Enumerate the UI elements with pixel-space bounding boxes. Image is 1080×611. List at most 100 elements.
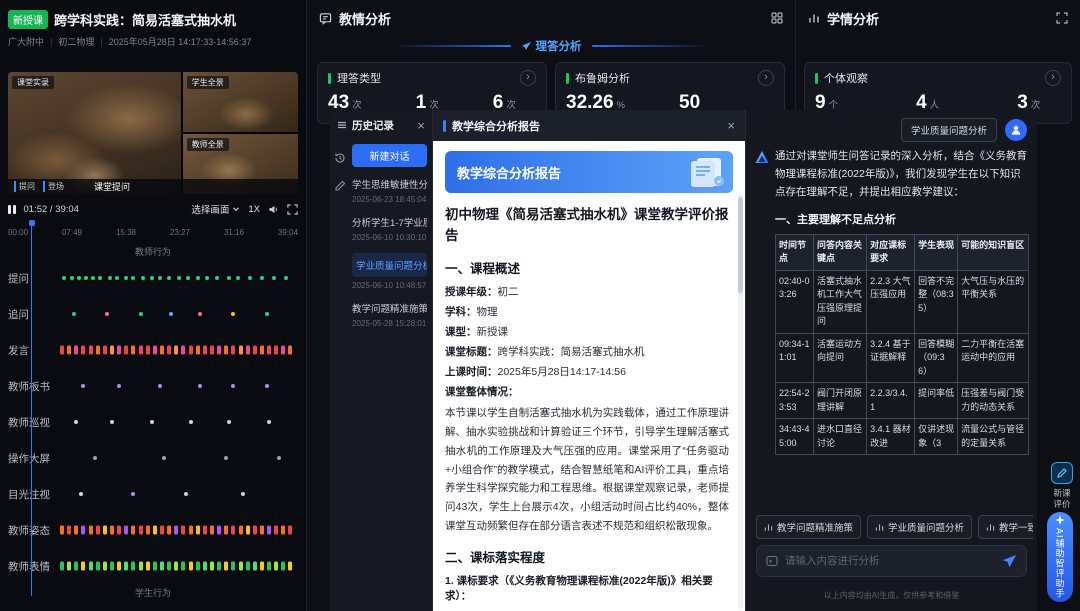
pause-icon[interactable] (8, 204, 16, 214)
video-main-view[interactable]: 课堂实录 (8, 72, 181, 194)
report-body[interactable]: 初中物理《简易活塞式抽水机》课堂教学评价报告 一、课程概述 授课年级：初二 学科… (433, 193, 745, 611)
new-chat-button[interactable]: 新建对话 (352, 144, 427, 167)
ai-chat-panel: 学业质量问题分析 通过对课堂师生问答记录的深入分析，结合《义务教育物理课程标准(… (745, 110, 1037, 611)
layout-grid-icon[interactable] (771, 12, 783, 24)
video-time: 01:52 / 39:04 (23, 203, 79, 215)
quick-action-chip[interactable]: 学业质量问题分析 (867, 515, 973, 539)
behavior-track[interactable] (60, 272, 298, 284)
history-item[interactable]: 教学问题精准施策 2025-05-28 15:28:01 (352, 301, 427, 328)
close-icon[interactable]: × (727, 119, 735, 132)
quick-action-chip[interactable]: 教学问题精准施策 (756, 515, 862, 539)
table-header-row: 时间节点 问答内容关键点 对应课标要求 学生表现 可能的知识盲区 (775, 233, 1029, 271)
behavior-track[interactable] (60, 488, 298, 500)
timeline-tick: 15:38 (115, 228, 136, 237)
video-event-strip: 提问 登场 课堂提问 (8, 179, 298, 194)
card-accent (815, 72, 818, 84)
table-header-cell: 可能的知识盲区 (957, 233, 1029, 271)
behavior-track-row: 目光注视 (8, 476, 298, 512)
ai-assistant-button[interactable]: AI辅助智评助手 (1047, 512, 1073, 602)
user-avatar[interactable] (1005, 119, 1027, 141)
analytics-icon (809, 14, 819, 23)
grade-subject: 初二物理 (58, 37, 95, 47)
behavior-track[interactable] (60, 560, 298, 572)
chat-input[interactable] (785, 555, 995, 567)
behavior-track[interactable] (60, 416, 298, 428)
scrollbar[interactable] (738, 195, 743, 609)
ai-intro-text: 通过对课堂师生问答记录的深入分析，结合《义务教育物理课程标准(2022年版)》，… (775, 150, 1027, 198)
panel-title: 教情分析 (339, 11, 392, 27)
chart-icon (875, 523, 884, 531)
history-icon[interactable] (334, 152, 346, 164)
behavior-track[interactable] (60, 344, 298, 356)
video-controls: 01:52 / 39:04 选择画面 1X (8, 202, 298, 216)
volume-icon[interactable] (268, 204, 279, 215)
timeline-tick: 31:16 (223, 228, 244, 237)
card-more-button[interactable]: › (520, 70, 536, 86)
fullscreen-icon[interactable] (287, 203, 298, 215)
tab-response-analysis[interactable]: 理答分析 (521, 38, 582, 54)
video-label-teacher: 教师全景 (186, 138, 229, 151)
video-player[interactable]: 课堂实录 学生全景 教师全景 提问 登场 课堂提问 (8, 72, 298, 194)
app-root: 新授课 跨学科实践：简易活塞式抽水机 广大附中 | 初二物理 | 2025年05… (0, 0, 1080, 611)
card-title: 个体观察 (824, 73, 868, 85)
behavior-label: 教师表情 (8, 560, 50, 573)
view-select-dropdown[interactable]: 选择画面 (191, 202, 240, 216)
meta-divider: | (100, 36, 103, 47)
video-label-classroom: 课堂实录 (12, 76, 54, 89)
behavior-label: 教师巡视 (8, 416, 50, 429)
chat-input-box (756, 545, 1027, 577)
timeline-tick: 00:00 (8, 228, 29, 237)
quick-action-chip[interactable]: 教学一致性 (978, 515, 1033, 539)
playback-speed-button[interactable]: 1X (248, 204, 260, 215)
timeline-tick: 07:49 (61, 228, 83, 237)
report-section-2: 二、课标落实程度 (445, 551, 546, 566)
lesson-meta: 广大附中 | 初二物理 | 2025年05月28日 14:17:33-14:56… (8, 35, 298, 48)
history-title: 历史记录 (352, 119, 394, 132)
close-icon[interactable]: × (417, 119, 425, 132)
history-item[interactable]: 分析学生1-7学业质量 2025-06-10 10:30:10 (352, 215, 427, 242)
card-accent (328, 72, 331, 84)
overview-paragraph: 本节课以学生自制活塞式抽水机为实践载体，通过工作原理讲解、抽水实验挑战和计算验证… (445, 406, 729, 533)
behavior-label: 追问 (8, 308, 29, 321)
chevron-down-icon (233, 207, 240, 212)
compose-icon[interactable] (334, 180, 346, 192)
menu-icon[interactable] (337, 120, 347, 130)
card-more-button[interactable]: › (758, 70, 774, 86)
send-icon[interactable] (1002, 554, 1017, 569)
student-panel-header: 学情分析 (796, 0, 1080, 36)
behavior-track-row: 追问 (8, 296, 298, 332)
event-mark[interactable]: 提问 (14, 181, 35, 192)
scrollbar-thumb[interactable] (738, 197, 743, 293)
table-header-cell: 学生表现 (914, 233, 959, 271)
behavior-track-row: 发言 (8, 332, 298, 368)
event-mark[interactable]: 登场 (43, 181, 64, 192)
card-title: 布鲁姆分析 (575, 73, 630, 85)
behavior-label: 目光注视 (8, 488, 50, 501)
timeline-ruler[interactable]: 00:00 07:49 15:38 23:27 31:16 39:04 (8, 228, 298, 237)
analysis-topic-badge[interactable]: 学业质量问题分析 (900, 118, 997, 142)
analysis-subtitle: 一、主要理解不足点分析 (775, 213, 896, 226)
video-label-student: 学生全景 (186, 76, 229, 89)
behavior-track[interactable] (60, 524, 298, 536)
behavior-label: 教师板书 (8, 380, 50, 393)
evaluation-label: 新课评价 (1053, 488, 1071, 510)
video-student-view[interactable]: 学生全景 (182, 72, 298, 132)
timeline-playhead[interactable] (28, 220, 35, 596)
behavior-track[interactable] (60, 380, 298, 392)
table-header-cell: 时间节点 (775, 233, 814, 271)
report-banner-title: 教学综合分析报告 (457, 165, 562, 181)
behavior-track[interactable] (60, 452, 298, 464)
behavior-track-row: 教师表情 (8, 548, 298, 584)
ai-logo-icon (754, 150, 770, 503)
lesson-evaluation-button[interactable]: 新课评价 (1048, 462, 1076, 511)
card-more-button[interactable]: › (1045, 70, 1061, 86)
history-item[interactable]: 学生思维敏捷性分析 2025-06-23 18:45:04 (352, 177, 427, 204)
ai-assistant-label: AI辅助智评助手 (1054, 528, 1065, 599)
behavior-track[interactable] (60, 308, 298, 320)
current-event-label: 课堂提问 (94, 182, 131, 192)
report-header: 教学综合分析报告 × (433, 110, 745, 141)
history-item[interactable]: 学业质量问题分析 2025-06-10 10:48:57 (352, 253, 427, 290)
timeline-tick: 23:27 (169, 228, 190, 237)
standard-requirement: 1. 课标要求（《义务教育物理课程标准(2022年版)》相关要求）： (445, 575, 713, 603)
fullscreen-icon[interactable] (1056, 12, 1068, 24)
